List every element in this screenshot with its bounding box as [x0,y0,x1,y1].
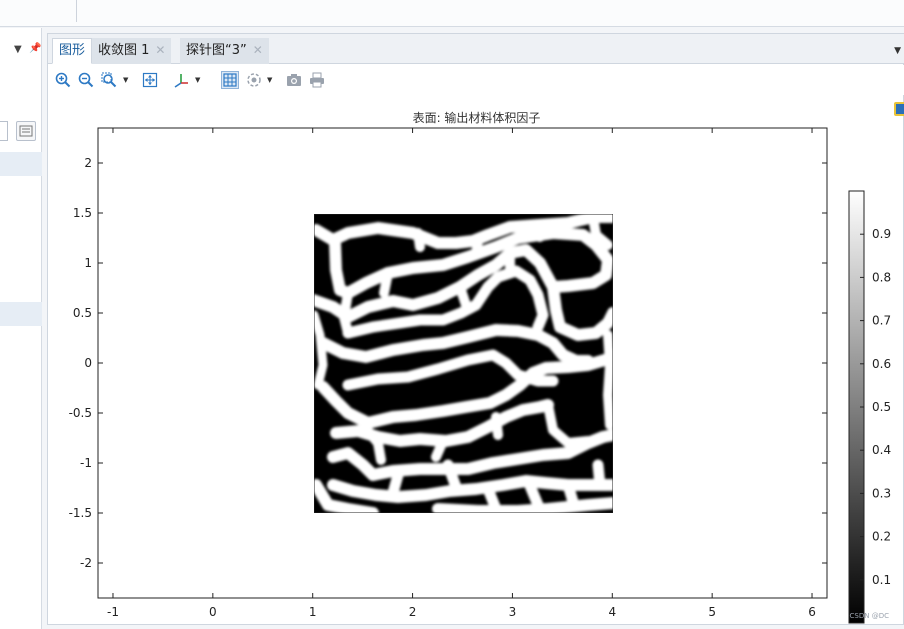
pin-icon[interactable]: 📌 [29,43,41,54]
y-tick-label: 1 [84,256,92,270]
tab-probe-label: 探针图“3” [186,43,247,58]
y-tick-label: -2 [80,556,92,570]
close-icon[interactable]: ✕ [253,43,263,57]
colorbar-tick-label: 0.2 [872,530,891,544]
y-tick-label: -1.5 [69,506,92,520]
app-top-bar [0,0,904,27]
y-tick-label: 0.5 [73,306,92,320]
tab-convergence-plot[interactable]: 收敛图 1 ✕ [92,38,172,64]
heatmap-domain [314,214,613,513]
panel-menu-chevron-icon[interactable]: ▼ [14,44,22,55]
x-tick-label: -1 [107,605,119,619]
graphics-tab-bar: 图形 收敛图 1 ✕ 探针图“3” ✕ ▼ [48,34,904,64]
colorbar-ticks: 0.9 0.8 0.7 0.6 0.5 0.4 0.3 0.2 0.1 [860,227,891,587]
model-builder-panel: ▼ 📌 [0,28,42,629]
tree-row-selected[interactable] [0,152,42,176]
y-tick-label: 2 [84,156,92,170]
close-icon[interactable]: ✕ [155,43,165,57]
colorbar-tick-label: 0.4 [872,443,891,457]
x-tick-label: 0 [209,605,217,619]
x-tick-label: 1 [309,605,317,619]
x-tick-label: 3 [509,605,517,619]
tab-list-chevron-icon[interactable]: ▼ [894,46,901,56]
tab-convergence-label: 收敛图 1 [98,43,150,58]
x-tick-label: 6 [808,605,816,619]
colorbar-tick-label: 0.5 [872,400,891,414]
tab-graphics[interactable]: 图形 [52,38,93,64]
y-tick-label: -1 [80,456,92,470]
colorbar-tick-label: 0.8 [872,270,891,284]
panel-search-input[interactable] [0,121,8,141]
watermark: CSDN @DC [849,612,889,620]
x-tick-label: 4 [608,605,616,619]
colorbar-tick-label: 0.6 [872,357,891,371]
graphics-window: 图形 收敛图 1 ✕ 探针图“3” ✕ ▼ ▼ ▼ ▼ 表面: 输出材料体积因子… [47,33,904,625]
list-icon [19,125,33,137]
y-tick-label: 1.5 [73,206,92,220]
plot-canvas[interactable]: -1 0 1 2 3 4 5 6 2 1.5 1 0.5 0 -0.5 -1 -1.5 -2 0… [48,65,904,625]
x-tick-label: 5 [708,605,716,619]
colorbar-tick-label: 0.1 [872,573,891,587]
y-tick-label: -0.5 [69,406,92,420]
tab-graphics-label: 图形 [59,43,86,58]
y-tick-label: 0 [84,356,92,370]
colorbar-tick-label: 0.7 [872,314,891,328]
panel-options-button[interactable] [16,121,36,141]
tab-probe-plot[interactable]: 探针图“3” ✕ [180,38,269,64]
tree-row-highlight[interactable] [0,302,42,326]
x-tick-label: 2 [409,605,417,619]
colorbar-tick-label: 0.3 [872,486,891,500]
colorbar-tick-label: 0.9 [872,227,891,241]
top-bar-divider [76,0,77,22]
